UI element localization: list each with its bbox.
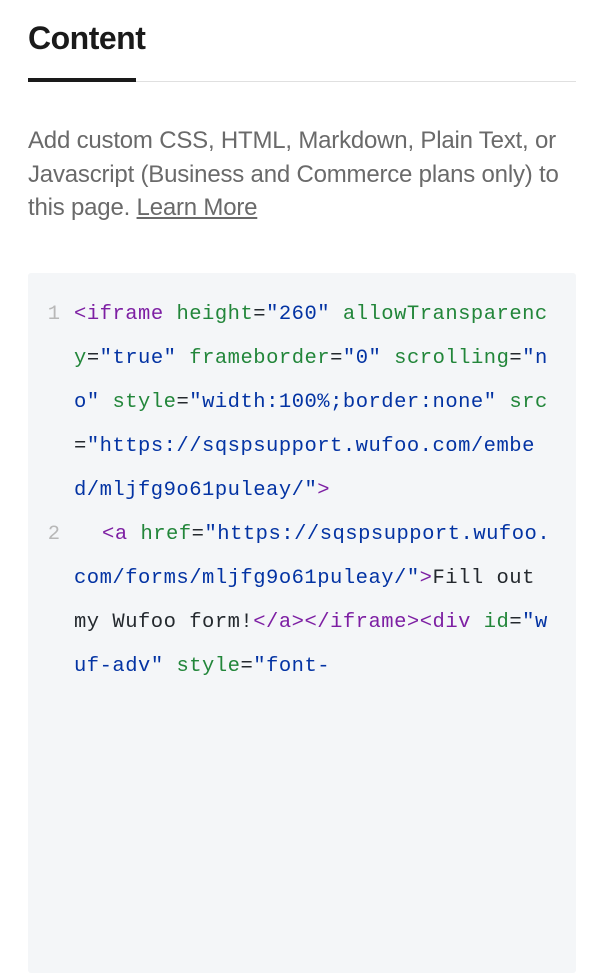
learn-more-link[interactable]: Learn More — [137, 194, 258, 221]
line-number: 1 — [44, 293, 74, 337]
page-title: Content — [28, 20, 576, 81]
code-editor[interactable]: 1 <iframe height="260" allowTransparency… — [28, 273, 576, 973]
active-tab-indicator — [28, 78, 136, 82]
code-line-content: <a href="https://sqspsupport.wufoo.com/f… — [74, 513, 560, 689]
description-text: Add custom CSS, HTML, Markdown, Plain Te… — [28, 127, 559, 221]
line-number: 2 — [44, 513, 74, 557]
code-line-content: <iframe height="260" allowTransparency="… — [74, 293, 560, 513]
content-description: Add custom CSS, HTML, Markdown, Plain Te… — [28, 124, 576, 225]
